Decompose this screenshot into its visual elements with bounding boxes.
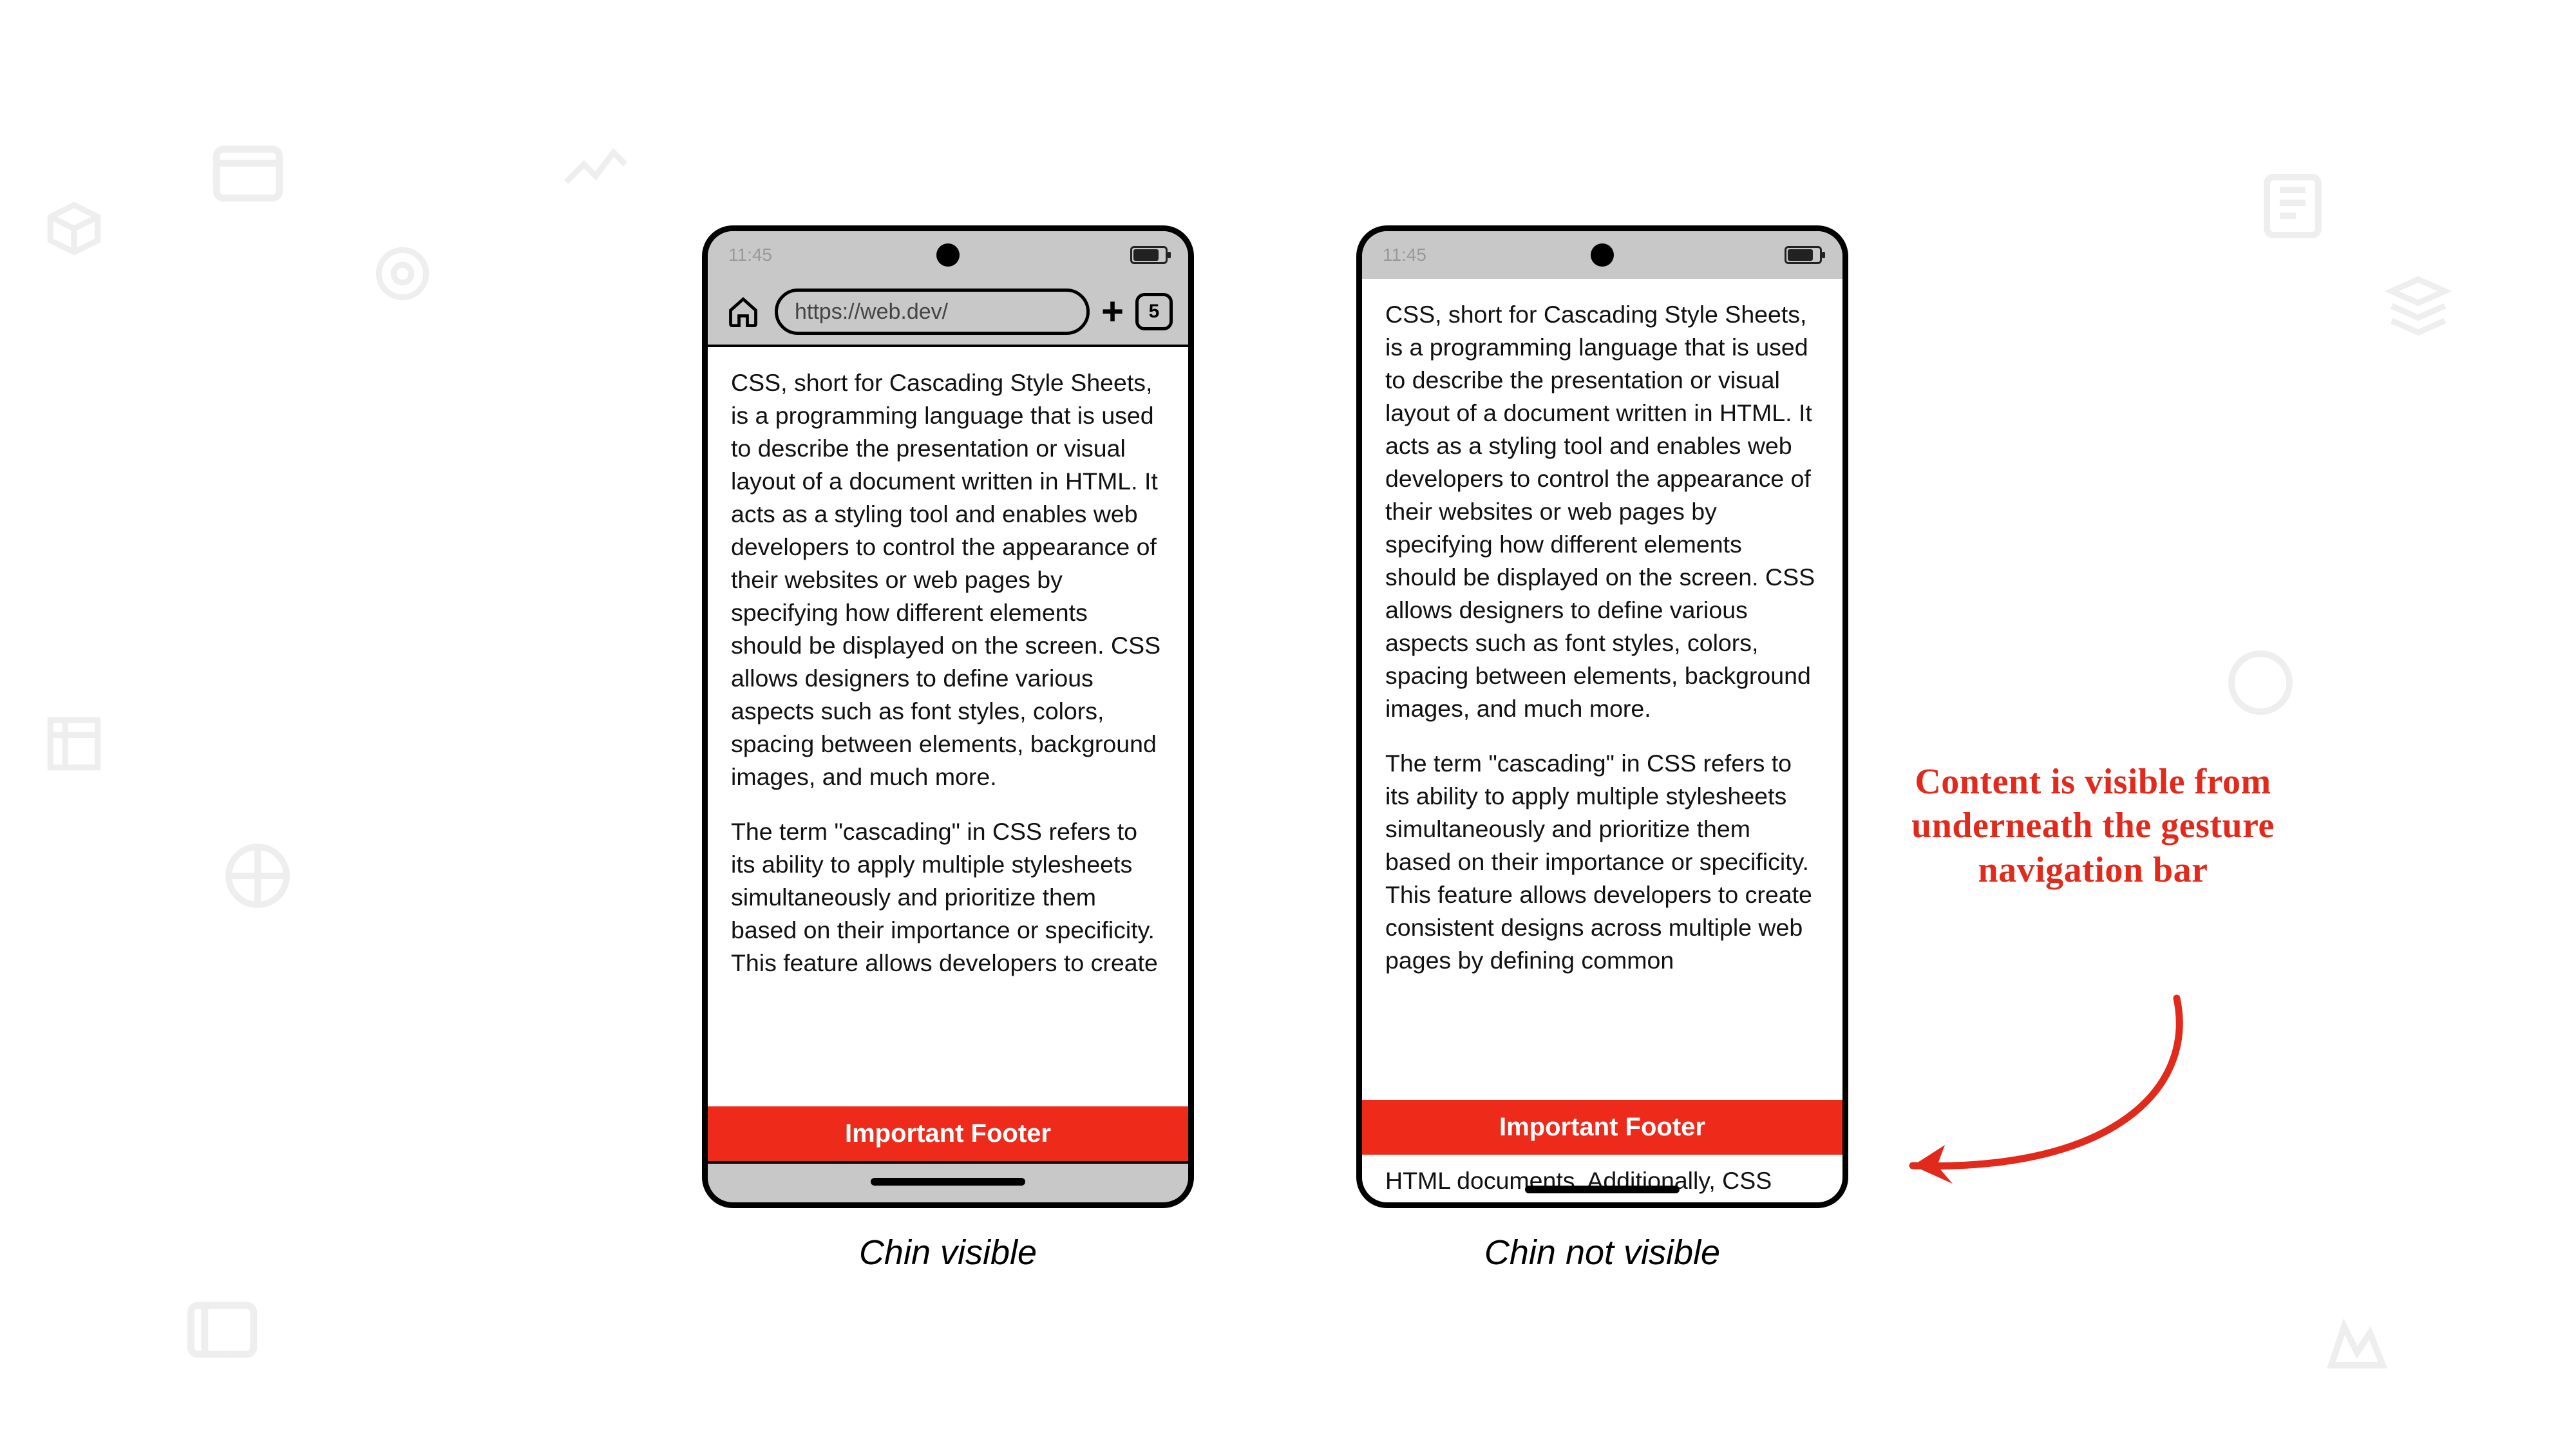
caption-left: Chin visible	[702, 1233, 1194, 1273]
camera-notch	[1591, 243, 1614, 267]
browser-toolbar: https://web.dev/ + 5	[708, 279, 1188, 347]
body-text: CSS, short for Cascading Style Sheets, i…	[708, 347, 1188, 1021]
new-tab-icon[interactable]: +	[1101, 292, 1124, 331]
battery-icon	[1130, 246, 1168, 264]
caption-right: Chin not visible	[1356, 1233, 1848, 1273]
phone-mock-chin-hidden: 11:45 CSS, short for Cascading Style She…	[1356, 225, 1848, 1208]
tab-count-button[interactable]: 5	[1135, 293, 1173, 330]
body-text: CSS, short for Cascading Style Sheets, i…	[1362, 279, 1842, 1018]
url-text: https://web.dev/	[795, 299, 948, 325]
annotation-text: Content is visible from underneath the g…	[1893, 760, 2293, 892]
footer-banner: Important Footer	[708, 1106, 1188, 1161]
gesture-pill-icon	[871, 1178, 1025, 1186]
footer-banner: Important Footer	[1362, 1100, 1842, 1155]
gesture-pill-icon	[1525, 1186, 1680, 1193]
annotation-arrow-icon	[1855, 966, 2306, 1236]
status-bar: 11:45	[708, 231, 1188, 279]
page-content[interactable]: CSS, short for Cascading Style Sheets, i…	[1362, 279, 1842, 1202]
phone-mock-chin-visible: 11:45 https://web.dev/ + 5 CSS, short fo…	[702, 225, 1194, 1208]
chin-bar	[708, 1161, 1188, 1200]
address-bar[interactable]: https://web.dev/	[775, 289, 1090, 335]
status-time: 11:45	[728, 245, 772, 265]
status-time: 11:45	[1383, 245, 1426, 265]
status-bar: 11:45	[1362, 231, 1842, 279]
camera-notch	[936, 243, 960, 267]
battery-icon	[1785, 246, 1822, 264]
page-content[interactable]: CSS, short for Cascading Style Sheets, i…	[708, 347, 1188, 1161]
home-icon[interactable]	[723, 292, 763, 332]
